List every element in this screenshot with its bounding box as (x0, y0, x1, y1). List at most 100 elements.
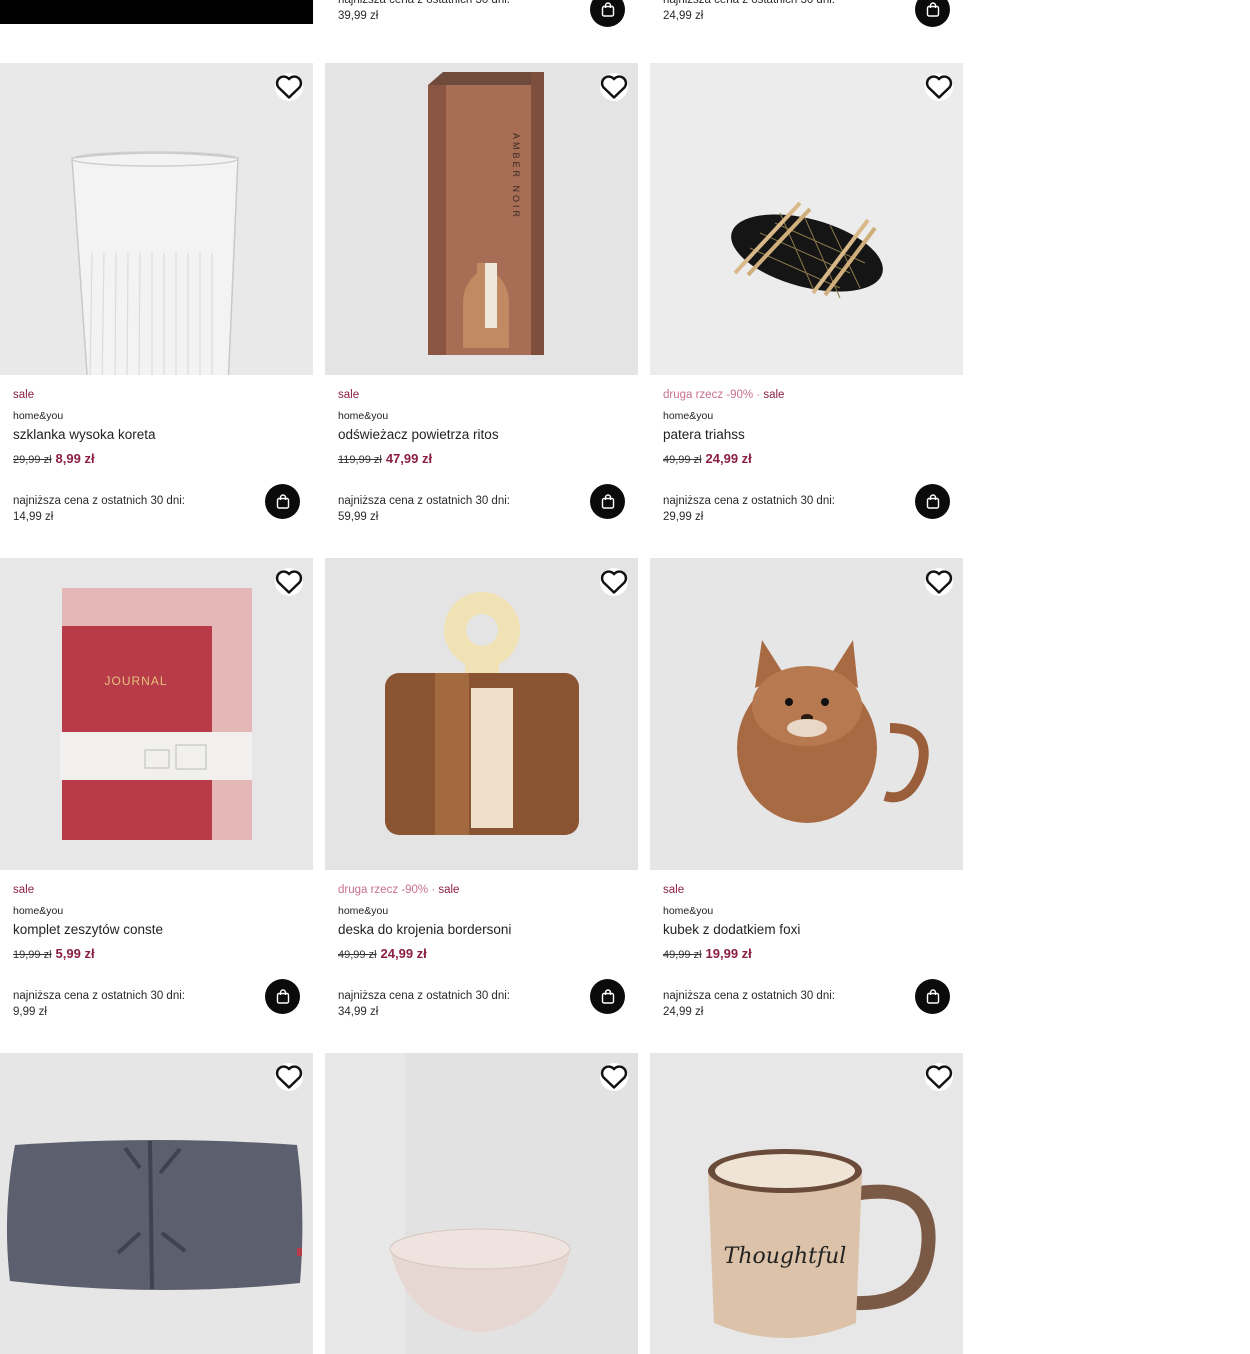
lowest-price-info: najniższa cena z ostatnich 30 dni: 14,99 … (13, 495, 185, 523)
product-brand: home&you (338, 410, 389, 422)
product-image[interactable] (325, 1053, 638, 1354)
favorite-button[interactable] (600, 568, 628, 596)
promo-tag: sale (338, 389, 360, 401)
product-name[interactable]: kubek z dodatkiem foxi (663, 921, 950, 938)
product-card-partial: najniższa cena z ostatnich 30 dni: 39,99… (325, 0, 638, 40)
product-brand: home&you (338, 905, 389, 917)
heart-icon (925, 570, 953, 594)
promo-tag: sale (13, 884, 35, 896)
shopping-bag-icon (601, 989, 614, 1004)
product-info: sale home&you odświeżacz powietrza ritos… (338, 388, 625, 468)
heart-icon (925, 75, 953, 99)
product-brand: home&you (13, 410, 64, 422)
cart-row: najniższa cena z ostatnich 30 dni: 29,99 … (663, 484, 950, 524)
product-image[interactable]: JOURNAL (0, 558, 313, 870)
old-price: 119,99 zł (338, 454, 382, 466)
product-info: druga rzecz -90% · sale home&you deska d… (338, 883, 625, 963)
favorite-button[interactable] (925, 1063, 953, 1091)
heart-icon (275, 1065, 303, 1089)
add-to-cart-button[interactable] (915, 0, 950, 27)
heart-icon (275, 570, 303, 594)
lowest-price-info: najniższa cena z ostatnich 30 dni: 24,99… (663, 0, 835, 22)
favorite-button[interactable] (275, 1063, 303, 1091)
promo-tag: druga rzecz -90% · sale (338, 884, 460, 896)
product-name[interactable]: szklanka wysoka koreta (13, 426, 300, 443)
product-price: 49,99 zł 24,99 zł (338, 946, 625, 963)
add-to-cart-button[interactable] (265, 979, 300, 1014)
promo-tag: sale (13, 389, 35, 401)
favorite-button[interactable] (275, 568, 303, 596)
product-image[interactable]: Thoughtful (650, 1053, 963, 1354)
product-brand: home&you (663, 410, 714, 422)
shopping-bag-icon (276, 494, 289, 509)
cart-row: najniższa cena z ostatnich 30 dni: 24,99 … (663, 979, 950, 1019)
favorite-button[interactable] (275, 73, 303, 101)
lowest-price-info: najniższa cena z ostatnich 30 dni: 29,99 … (663, 495, 835, 523)
product-name[interactable]: komplet zeszytów conste (13, 921, 300, 938)
product-name[interactable]: deska do krojenia bordersoni (338, 921, 625, 938)
product-image[interactable] (0, 1053, 313, 1354)
product-name[interactable]: patera triahss (663, 426, 950, 443)
lowest-price-info: najniższa cena z ostatnich 30 dni: 39,99… (338, 0, 510, 22)
shopping-bag-icon (926, 2, 939, 17)
cart-row: najniższa cena z ostatnich 30 dni: 14,99 … (13, 484, 300, 524)
sale-price: 19,99 zł (705, 946, 752, 961)
add-to-cart-button[interactable] (915, 979, 950, 1014)
notebook-label: JOURNAL (104, 674, 167, 688)
add-to-cart-button[interactable] (265, 484, 300, 519)
add-to-cart-button[interactable] (590, 484, 625, 519)
add-to-cart-button[interactable] (590, 979, 625, 1014)
product-price: 49,99 zł 19,99 zł (663, 946, 950, 963)
add-to-cart-button[interactable] (590, 0, 625, 27)
shopping-bag-icon (601, 494, 614, 509)
old-price: 19,99 zł (13, 949, 52, 961)
old-price: 29,99 zł (13, 454, 52, 466)
favorite-button[interactable] (925, 73, 953, 101)
shopping-bag-icon (926, 989, 939, 1004)
product-image[interactable] (325, 558, 638, 870)
promo-tag: sale (663, 884, 685, 896)
lowest-price-info: najniższa cena z ostatnich 30 dni: 34,99 … (338, 990, 510, 1018)
old-price: 49,99 zł (338, 949, 377, 961)
product-price: 49,99 zł 24,99 zł (663, 451, 950, 468)
product-price: 29,99 zł 8,99 zł (13, 451, 300, 468)
favorite-button[interactable] (600, 73, 628, 101)
add-to-cart-button[interactable] (915, 484, 950, 519)
sale-price: 24,99 zł (705, 451, 752, 466)
product-image[interactable] (0, 63, 313, 375)
lowest-price-info: najniższa cena z ostatnich 30 dni: 59,99 … (338, 495, 510, 523)
cart-row: najniższa cena z ostatnich 30 dni: 9,99 z… (13, 979, 300, 1019)
product-name[interactable]: odświeżacz powietrza ritos (338, 426, 625, 443)
box-label: AMBER NOIR (511, 133, 521, 220)
lowest-price-info: najniższa cena z ostatnich 30 dni: 24,99 … (663, 990, 835, 1018)
product-image-partial[interactable] (0, 0, 313, 24)
product-image[interactable] (650, 558, 963, 870)
sale-price: 5,99 zł (55, 946, 95, 961)
product-price: 119,99 zł 47,99 zł (338, 451, 625, 468)
heart-icon (275, 75, 303, 99)
favorite-button[interactable] (925, 568, 953, 596)
product-brand: home&you (13, 905, 64, 917)
product-card-partial: najniższa cena z ostatnich 30 dni: 24,99… (650, 0, 963, 40)
product-info: druga rzecz -90% · sale home&you patera … (663, 388, 950, 468)
favorite-button[interactable] (600, 1063, 628, 1091)
product-image[interactable]: AMBER NOIR (325, 63, 638, 375)
sale-price: 24,99 zł (380, 946, 427, 961)
heart-icon (600, 1065, 628, 1089)
product-price: 19,99 zł 5,99 zł (13, 946, 300, 963)
product-info: sale home&you kubek z dodatkiem foxi 49,… (663, 883, 950, 963)
old-price: 49,99 zł (663, 454, 702, 466)
product-image[interactable] (650, 63, 963, 375)
heart-icon (600, 75, 628, 99)
product-info: sale home&you szklanka wysoka koreta 29,… (13, 388, 300, 468)
product-brand: home&you (663, 905, 714, 917)
lowest-price-info: najniższa cena z ostatnich 30 dni: 9,99 z… (13, 990, 185, 1018)
product-info: sale home&you komplet zeszytów conste 19… (13, 883, 300, 963)
shopping-bag-icon (601, 2, 614, 17)
heart-icon (600, 570, 628, 594)
shopping-bag-icon (926, 494, 939, 509)
sale-price: 8,99 zł (55, 451, 95, 466)
shopping-bag-icon (276, 989, 289, 1004)
cart-row: najniższa cena z ostatnich 30 dni: 34,99 … (338, 979, 625, 1019)
sale-price: 47,99 zł (385, 451, 433, 466)
